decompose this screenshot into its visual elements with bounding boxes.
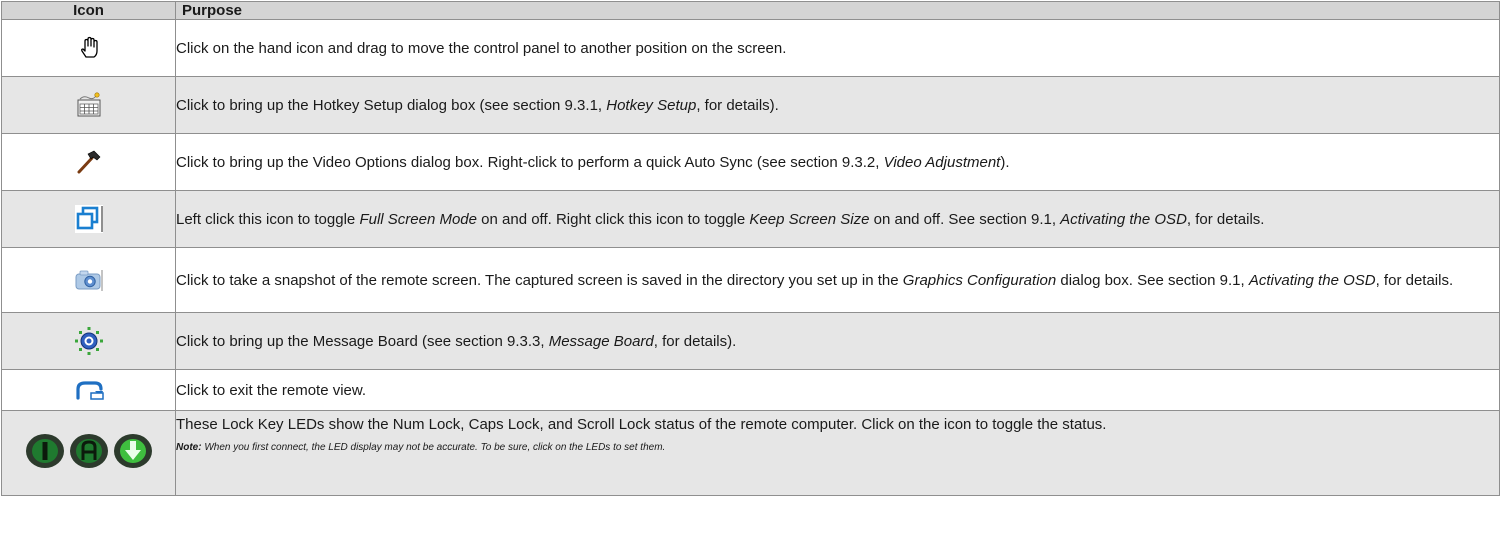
purpose-text: Click to take a snapshot of the remote s… xyxy=(175,247,1500,313)
table-row: Left click this icon to toggle Full Scre… xyxy=(1,190,1500,248)
message-board-icon xyxy=(74,327,103,355)
purpose-column-header: Purpose xyxy=(175,1,1500,20)
purpose-text: Left click this icon to toggle Full Scre… xyxy=(175,190,1500,248)
table-row: Click to bring up the Video Options dial… xyxy=(1,133,1500,191)
table-row: These Lock Key LEDs show the Num Lock, C… xyxy=(1,410,1500,496)
full-screen-toggle-icon xyxy=(74,205,103,233)
purpose-text: Click to exit the remote view. xyxy=(175,369,1500,411)
hand-icon xyxy=(80,36,98,58)
caps-lock-led-icon xyxy=(69,433,108,468)
note-line: Note: When you first connect, the LED di… xyxy=(176,442,666,453)
purpose-text: Click to bring up the Message Board (see… xyxy=(175,312,1500,370)
snapshot-camera-icon xyxy=(75,270,102,291)
purpose-text: Click to bring up the Video Options dial… xyxy=(175,133,1500,191)
table-row: Click to take a snapshot of the remote s… xyxy=(1,247,1500,313)
table-row: Click on the hand icon and drag to move … xyxy=(1,19,1500,77)
table-header-row: Icon Purpose xyxy=(1,1,1500,20)
icon-purpose-table: Icon Purpose Click on the hand icon and … xyxy=(1,1,1500,496)
icon-column-header: Icon xyxy=(1,1,176,20)
purpose-text: Click to bring up the Hotkey Setup dialo… xyxy=(175,76,1500,134)
exit-arrow-icon xyxy=(75,381,104,400)
lock-key-leds-icon xyxy=(25,433,153,469)
hotkey-keyboard-icon xyxy=(77,92,100,117)
purpose-text: Click on the hand icon and drag to move … xyxy=(175,19,1500,77)
purpose-text: These Lock Key LEDs show the Num Lock, C… xyxy=(175,410,1500,496)
table-row: Click to bring up the Hotkey Setup dialo… xyxy=(1,76,1500,134)
hammer-icon xyxy=(77,150,100,174)
table-row: Click to bring up the Message Board (see… xyxy=(1,312,1500,370)
table-row: Click to exit the remote view. xyxy=(1,369,1500,411)
scroll-lock-led-icon xyxy=(113,433,152,468)
num-lock-led-icon xyxy=(25,433,64,468)
